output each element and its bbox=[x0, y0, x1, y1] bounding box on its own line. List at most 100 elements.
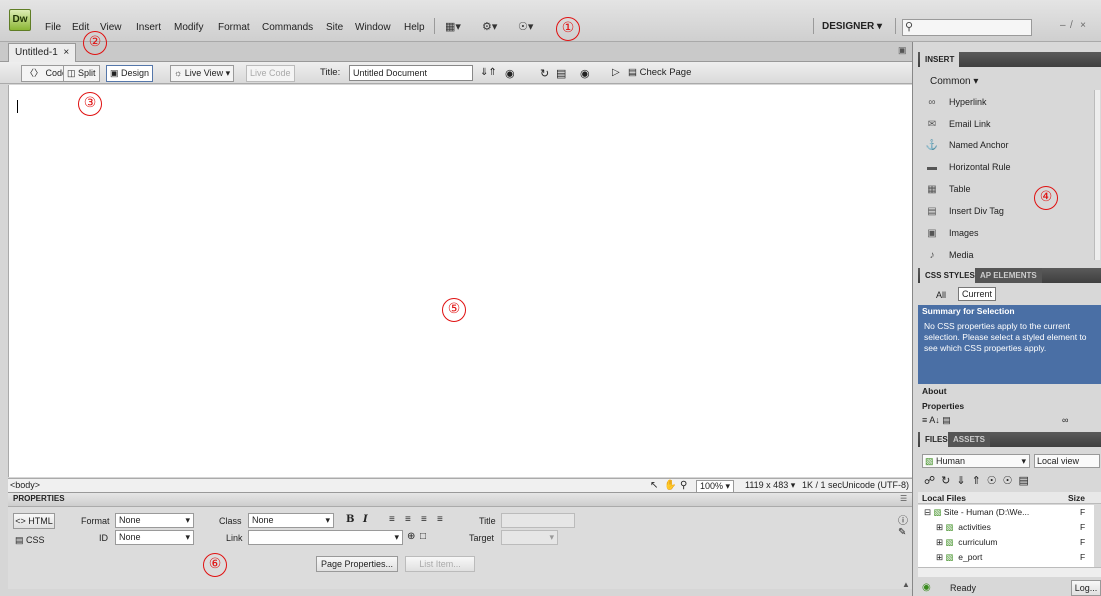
files-hscrollbar[interactable] bbox=[918, 567, 1101, 577]
outdent-icon[interactable]: ≡ bbox=[421, 514, 427, 525]
insert-item-email-link[interactable]: ✉ Email Link bbox=[925, 119, 991, 131]
css-view-icons[interactable]: ≡ A↓ ▤ bbox=[922, 415, 951, 426]
ordered-list-icon[interactable]: ≡ bbox=[405, 514, 411, 525]
layout-icon[interactable]: ▦▾ bbox=[445, 20, 461, 33]
id-label: ID bbox=[99, 533, 108, 543]
select-tool-icon[interactable]: ↖ bbox=[650, 480, 658, 491]
css-mode-current[interactable]: Current bbox=[958, 287, 997, 301]
italic-button[interactable]: I bbox=[363, 514, 368, 525]
folder-icon: ▧ bbox=[945, 522, 954, 532]
design-canvas[interactable] bbox=[8, 85, 912, 477]
tab-assets[interactable]: ASSETS bbox=[948, 432, 991, 447]
list-item-button[interactable]: List Item... bbox=[405, 556, 475, 572]
close-icon[interactable]: × bbox=[63, 47, 69, 58]
column-local-files[interactable]: Local Files bbox=[922, 493, 966, 503]
log-button[interactable]: Log... bbox=[1071, 580, 1101, 596]
target-label: Target bbox=[469, 533, 495, 543]
files-toolbar-icons[interactable]: ☍↻⇓⇑☉☉▤ bbox=[924, 474, 1035, 487]
insert-category-select[interactable]: Common ▾ bbox=[930, 76, 978, 87]
file-management-icon[interactable]: ⇓⇑ bbox=[480, 67, 497, 78]
insert-item-named-anchor[interactable]: ⚓ Named Anchor bbox=[925, 140, 1009, 152]
insert-item-div-tag[interactable]: ▤ Insert Div Tag bbox=[925, 206, 1004, 218]
preview-browser-icon[interactable]: ◉ bbox=[505, 67, 515, 80]
restore-icon[interactable]: ▣ bbox=[898, 45, 907, 56]
tab-insert[interactable]: INSERT bbox=[920, 52, 960, 67]
title-input[interactable] bbox=[501, 513, 575, 528]
hand-tool-icon[interactable]: ✋ bbox=[664, 480, 676, 491]
document-tab[interactable]: Untitled-1 × bbox=[8, 43, 77, 62]
indent-icon[interactable]: ≡ bbox=[437, 514, 443, 525]
id-select[interactable]: None ▾ bbox=[115, 530, 194, 545]
zoom-tool-icon[interactable]: ⚲ bbox=[680, 480, 687, 491]
summary-header: Summary for Selection bbox=[922, 306, 1015, 316]
tree-row-e-port[interactable]: ⊞ ▧ e_port bbox=[936, 552, 982, 563]
help-icon[interactable]: ⓘ bbox=[898, 512, 908, 527]
tree-row-site[interactable]: ⊟ ▧ Site - Human (D:\We... bbox=[924, 507, 1029, 518]
live-code-button[interactable]: Live Code bbox=[246, 65, 295, 82]
menu-help[interactable]: Help bbox=[404, 22, 425, 33]
visual-aids-icon[interactable]: ◉ bbox=[580, 67, 590, 80]
menu-edit[interactable]: Edit bbox=[72, 22, 89, 33]
panel-menu-icon[interactable]: ☰ bbox=[900, 494, 907, 503]
insert-scrollbar[interactable] bbox=[1094, 90, 1100, 260]
page-properties-button[interactable]: Page Properties... bbox=[316, 556, 398, 572]
menu-file[interactable]: File bbox=[45, 22, 61, 33]
annotation-2: ② bbox=[83, 31, 107, 55]
css-mode-all[interactable]: All bbox=[936, 290, 946, 300]
tree-flag: F bbox=[1080, 552, 1086, 562]
about-section[interactable]: About bbox=[922, 386, 947, 396]
refresh-icon[interactable]: ↻ bbox=[540, 67, 549, 80]
column-size[interactable]: Size bbox=[1068, 493, 1085, 503]
point-to-file-icon[interactable]: ⊕ bbox=[407, 531, 415, 542]
site-select[interactable]: ▧ Human ▾ bbox=[922, 454, 1030, 468]
properties-section[interactable]: Properties bbox=[922, 401, 964, 411]
class-select[interactable]: None ▾ bbox=[248, 513, 334, 528]
check-page-button[interactable]: ▤ Check Page bbox=[628, 67, 691, 78]
design-view-button[interactable]: ▣ Design bbox=[106, 65, 154, 82]
site-icon[interactable]: ☉▾ bbox=[518, 20, 533, 33]
document-title-input[interactable]: Untitled Document bbox=[349, 65, 473, 81]
workspace-switcher[interactable]: DESIGNER ▾ bbox=[822, 21, 882, 32]
search-input[interactable]: ⚲ bbox=[902, 19, 1032, 36]
menu-modify[interactable]: Modify bbox=[174, 22, 203, 33]
menu-commands[interactable]: Commands bbox=[262, 22, 313, 33]
menu-window[interactable]: Window bbox=[355, 22, 391, 33]
validate-markup-icon[interactable]: ▷ bbox=[612, 67, 620, 78]
code-icon: 〈〉 bbox=[25, 68, 44, 78]
menu-site[interactable]: Site bbox=[326, 22, 343, 33]
bold-button[interactable]: B bbox=[346, 514, 354, 525]
document-tab-label: Untitled-1 bbox=[15, 47, 58, 58]
status-globe-icon: ◉ bbox=[922, 582, 931, 593]
view-options-icon[interactable]: ▤ bbox=[556, 67, 566, 80]
menu-format[interactable]: Format bbox=[218, 22, 250, 33]
window-controls[interactable]: – ̸ × bbox=[1060, 20, 1089, 31]
insert-item-hyperlink[interactable]: ∞ Hyperlink bbox=[925, 97, 986, 109]
attach-style-icon[interactable]: ∞ bbox=[1062, 415, 1068, 425]
insert-item-images[interactable]: ▣ Images bbox=[925, 228, 978, 240]
window-size[interactable]: 1119 x 483 ▾ bbox=[745, 480, 795, 491]
browse-folder-icon[interactable]: □ bbox=[420, 531, 426, 542]
tab-css-styles[interactable]: CSS STYLES bbox=[920, 268, 980, 283]
insert-item-media[interactable]: ♪ Media bbox=[925, 250, 974, 262]
link-icon: ∞ bbox=[928, 97, 936, 108]
split-view-button[interactable]: ◫ Split bbox=[63, 65, 100, 82]
expand-arrow-icon[interactable]: ▲ bbox=[902, 580, 910, 589]
tree-row-activities[interactable]: ⊞ ▧ activities bbox=[936, 522, 991, 533]
format-select[interactable]: None ▾ bbox=[115, 513, 194, 528]
live-view-button[interactable]: ☼ Live View ▾ bbox=[170, 65, 235, 82]
target-select[interactable]: ▾ bbox=[501, 530, 558, 545]
tag-selector[interactable]: <body> bbox=[10, 480, 40, 490]
unordered-list-icon[interactable]: ≡ bbox=[389, 514, 395, 525]
css-mode-button[interactable]: ▤ CSS bbox=[15, 535, 45, 546]
view-select[interactable]: Local view bbox=[1034, 454, 1100, 468]
link-input[interactable]: ▾ bbox=[248, 530, 403, 545]
tab-ap-elements[interactable]: AP ELEMENTS bbox=[975, 268, 1042, 283]
insert-item-table[interactable]: ▦ Table bbox=[925, 184, 970, 196]
quick-tag-editor-icon[interactable]: ✎ bbox=[898, 527, 906, 538]
tree-row-curriculum[interactable]: ⊞ ▧ curriculum bbox=[936, 537, 997, 548]
html-mode-button[interactable]: <> HTML bbox=[13, 513, 55, 529]
menu-insert[interactable]: Insert bbox=[136, 22, 161, 33]
menu-view[interactable]: View bbox=[100, 22, 122, 33]
extend-icon[interactable]: ⚙▾ bbox=[482, 20, 497, 33]
insert-item-horizontal-rule[interactable]: ▬ Horizontal Rule bbox=[925, 162, 1011, 174]
